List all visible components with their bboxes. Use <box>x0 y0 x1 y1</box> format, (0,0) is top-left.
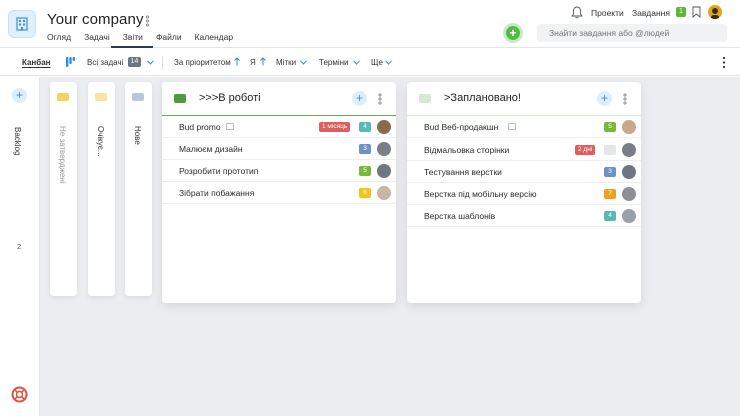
task-row[interactable]: Верстка під мобільну версію 7 <box>407 183 641 205</box>
description-icon <box>508 123 516 130</box>
task-row[interactable]: Тестування верстки 3 <box>407 161 641 183</box>
backlog-label[interactable]: Backlog <box>13 127 22 155</box>
deadlines-filter[interactable]: Терміни <box>319 58 349 67</box>
task-name: Відмальовка сторінки <box>424 145 510 155</box>
task-row[interactable]: Bud promo 1 місяць 4 <box>162 116 396 138</box>
column-menu-icon[interactable] <box>623 93 627 105</box>
projects-link[interactable]: Проекти <box>591 8 624 18</box>
assignee-avatar[interactable] <box>622 165 636 179</box>
company-name: Your company <box>47 11 144 28</box>
user-avatar[interactable] <box>708 5 722 19</box>
task-name: Тестування верстки <box>424 167 502 177</box>
task-row[interactable]: Зібрати побажання 6 <box>162 182 396 204</box>
kanban-icon[interactable] <box>66 57 75 68</box>
priority-badge: 5 <box>604 122 616 132</box>
priority-badge: 3 <box>359 144 371 154</box>
priority-badge: 5 <box>359 166 371 176</box>
collapsed-column-unapproved[interactable]: Не затверджені <box>50 82 77 296</box>
assignee-avatar[interactable] <box>377 186 391 200</box>
task-name: Розробити прототип <box>179 166 259 176</box>
priority-sort[interactable]: За пріоритетом <box>174 58 231 67</box>
plus-icon: + <box>506 26 520 40</box>
add-backlog-button[interactable]: + <box>12 88 27 103</box>
assignee-avatar[interactable] <box>377 164 391 178</box>
chevron-down-icon[interactable] <box>385 60 392 65</box>
task-name: Малюєм дизайн <box>179 144 243 154</box>
assignee-avatar[interactable] <box>622 209 636 223</box>
column-planned: >Заплановано! + Bud Веб-продакшн 5 Відма… <box>407 82 641 303</box>
all-tasks-count: 14 <box>128 57 141 67</box>
deadline-tag: 1 місяць <box>319 122 351 132</box>
task-row[interactable]: Верстка шаблонів 4 <box>407 205 641 227</box>
task-name: Bud promo <box>179 122 221 132</box>
add-button[interactable]: + <box>503 23 523 43</box>
labels-filter[interactable]: Мітки <box>276 58 296 67</box>
column-label: Очікує... <box>96 126 105 157</box>
priority-badge: 4 <box>359 122 371 132</box>
tab-calendar[interactable]: Календар <box>195 32 233 48</box>
description-icon <box>226 123 234 130</box>
app-header: Your company Огляд Задачі Звіти Файли Ка… <box>0 0 740 48</box>
help-lifebuoy-icon[interactable] <box>11 386 28 403</box>
chevron-down-icon[interactable] <box>147 60 154 65</box>
assignee-avatar[interactable] <box>377 142 391 156</box>
priority-badge: 4 <box>604 211 616 221</box>
task-name: Верстка шаблонів <box>424 211 496 221</box>
column-color-swatch <box>174 94 186 103</box>
add-task-button[interactable]: + <box>352 91 367 106</box>
arrow-up-icon[interactable] <box>234 57 240 66</box>
tasks-link[interactable]: Завдання <box>632 8 670 18</box>
collapsed-column-waiting[interactable]: Очікує... <box>88 82 115 296</box>
column-label: Нове <box>133 126 142 145</box>
task-row[interactable]: Малюєм дизайн 3 <box>162 138 396 160</box>
tab-tasks[interactable]: Задачі <box>84 32 110 48</box>
assignee-avatar[interactable] <box>377 120 391 134</box>
column-color-swatch <box>95 93 107 101</box>
assignee-avatar[interactable] <box>622 143 636 157</box>
toolbar-divider <box>162 56 163 70</box>
task-name: Верстка під мобільну версію <box>424 189 537 199</box>
search-input[interactable] <box>537 24 727 42</box>
backlog-count: 2 <box>17 242 22 251</box>
task-name: Bud Веб-продакшн <box>424 122 499 132</box>
collapsed-column-new[interactable]: Нове <box>125 82 152 296</box>
all-tasks-filter[interactable]: Всі задачі <box>87 58 123 67</box>
tab-overview[interactable]: Огляд <box>47 32 71 48</box>
column-in-progress: >>>В роботі + Bud promo 1 місяць 4 Малює… <box>162 82 396 303</box>
column-color-swatch <box>419 94 431 103</box>
priority-badge: 7 <box>604 189 616 199</box>
chevron-down-icon[interactable] <box>300 60 307 65</box>
tab-files[interactable]: Файли <box>156 32 182 48</box>
task-row[interactable]: Розробити прототип 5 <box>162 160 396 182</box>
task-row[interactable]: Відмальовка сторінки 2 дні <box>407 139 641 161</box>
tasks-count-badge: 1 <box>676 7 686 17</box>
company-menu-icon[interactable] <box>145 15 150 27</box>
me-filter[interactable]: Я <box>250 58 256 67</box>
column-title[interactable]: >>>В роботі <box>199 92 261 104</box>
bookmark-icon[interactable] <box>692 6 701 18</box>
column-color-swatch <box>57 93 69 101</box>
chevron-down-icon[interactable] <box>353 60 360 65</box>
add-task-button[interactable]: + <box>597 91 612 106</box>
toolbar-menu-icon[interactable] <box>722 56 726 69</box>
task-name: Зібрати побажання <box>179 188 255 198</box>
company-logo-icon[interactable] <box>8 10 36 38</box>
column-menu-icon[interactable] <box>378 93 382 105</box>
bell-icon[interactable] <box>571 6 583 19</box>
priority-badge: 3 <box>604 167 616 177</box>
kanban-view-tab[interactable]: Канбан <box>22 58 50 67</box>
column-label: Не затверджені <box>58 126 67 184</box>
task-row[interactable]: Bud Веб-продакшн 5 <box>407 116 641 138</box>
column-title[interactable]: >Заплановано! <box>444 92 521 104</box>
assignee-avatar[interactable] <box>622 187 636 201</box>
more-filter[interactable]: Ще <box>371 58 383 67</box>
column-color-swatch <box>132 93 144 101</box>
deadline-tag: 2 дні <box>575 145 596 155</box>
active-tab-indicator <box>111 46 153 48</box>
arrow-up-icon[interactable] <box>260 57 266 66</box>
assignee-avatar[interactable] <box>622 120 636 134</box>
priority-badge <box>604 145 616 155</box>
priority-badge: 6 <box>359 188 371 198</box>
